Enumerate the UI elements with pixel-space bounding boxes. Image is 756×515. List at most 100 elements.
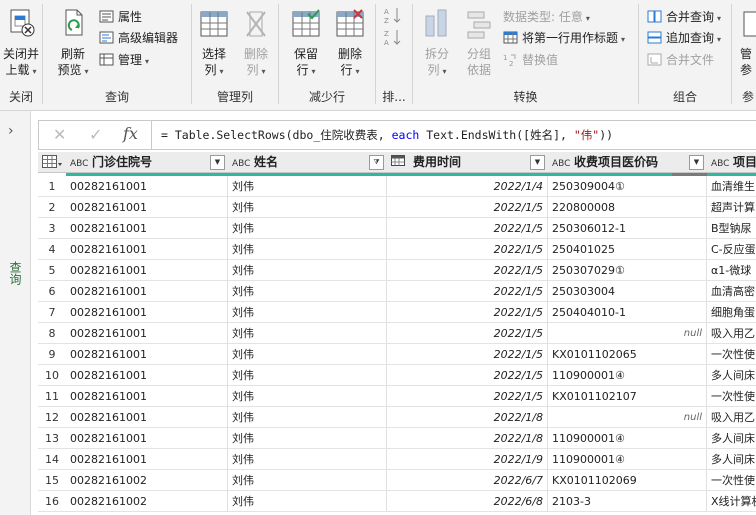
table-cell[interactable]: 250309004① [548,176,707,197]
table-cell-null[interactable]: null [548,323,707,344]
keep-rows-button[interactable]: 保留 行 ▾ [285,6,327,80]
table-cell[interactable]: 刘伟 [228,491,387,512]
advanced-editor-button[interactable]: 高级编辑器 [99,29,178,47]
table-cell[interactable]: 刘伟 [228,281,387,302]
row-number[interactable]: 1 [38,176,66,197]
column-header-code[interactable]: ABC 收费项目医价码 ▼ [548,152,708,173]
table-cell[interactable]: 220800008 [548,197,707,218]
table-cell[interactable]: 多人间床 [707,449,756,470]
refresh-preview-button[interactable]: 刷新 预览 ▾ [51,6,95,80]
filter-dropdown-icon[interactable]: ▼ [530,155,545,170]
table-cell[interactable]: 00282161001 [66,386,228,407]
queries-pane-label[interactable]: 查询 [7,261,24,285]
text-type-icon[interactable]: ABC [70,154,92,172]
table-cell[interactable]: 250307029① [548,260,707,281]
table-cell[interactable]: 细胞角蛋 [707,302,756,323]
table-cell[interactable]: 一次性使 [707,470,756,491]
table-cell[interactable]: 多人间床 [707,428,756,449]
row-number[interactable]: 2 [38,197,66,218]
table-cell[interactable]: 一次性使 [707,344,756,365]
table-cell[interactable]: 吸入用乙 [707,323,756,344]
first-row-header-button[interactable]: 将第一行用作标题 ▾ [503,29,625,47]
sort-ascending-button[interactable]: AZ [384,6,406,25]
confirm-icon[interactable]: ✓ [89,125,102,144]
table-cell[interactable]: 2022/1/8 [387,407,548,428]
filter-dropdown-icon[interactable]: ▼ [210,155,225,170]
table-cell[interactable]: 00282161002 [66,491,228,512]
merge-queries-button[interactable]: 合并查询 ▾ [647,8,721,26]
table-cell[interactable]: 2022/1/5 [387,197,548,218]
table-cell[interactable]: 00282161001 [66,302,228,323]
table-cell[interactable]: 2022/1/5 [387,323,548,344]
table-cell[interactable]: 00282161001 [66,176,228,197]
row-number[interactable]: 14 [38,449,66,470]
date-type-icon[interactable] [391,154,413,172]
split-column-button[interactable]: 拆分 列 ▾ [417,6,457,80]
row-number[interactable]: 5 [38,260,66,281]
table-cell[interactable]: 刘伟 [228,407,387,428]
table-cell[interactable]: 00282161001 [66,323,228,344]
cancel-icon[interactable]: ✕ [53,125,66,144]
table-cell[interactable]: C-反应蛋 [707,239,756,260]
row-number[interactable]: 8 [38,323,66,344]
manage-button[interactable]: 管理 ▾ [99,51,149,69]
table-cell[interactable]: 2022/1/5 [387,302,548,323]
table-cell[interactable]: 2022/1/9 [387,449,548,470]
table-cell[interactable]: 2022/1/8 [387,428,548,449]
remove-rows-button[interactable]: 删除 行 ▾ [329,6,371,80]
remove-columns-button[interactable]: 删除 列 ▾ [236,6,276,80]
properties-button[interactable]: 属性 [99,8,142,26]
table-cell[interactable]: 00282161001 [66,218,228,239]
table-cell[interactable]: 刘伟 [228,449,387,470]
table-cell[interactable]: 110900001④ [548,428,707,449]
table-cell[interactable]: 2022/1/4 [387,176,548,197]
formula-text[interactable]: = Table.SelectRows(dbo_住院收费表, each Text.… [161,127,613,143]
table-cell[interactable]: 2022/1/5 [387,239,548,260]
table-cell[interactable]: 吸入用乙 [707,407,756,428]
filter-dropdown-icon[interactable]: ▼ [689,155,704,170]
table-cell[interactable]: 2022/1/5 [387,260,548,281]
table-cell[interactable]: α1-微球 [707,260,756,281]
table-cell[interactable]: 2022/1/5 [387,386,548,407]
table-cell[interactable]: 2022/1/5 [387,365,548,386]
table-cell-null[interactable]: null [548,407,707,428]
replace-values-button[interactable]: 1 2 替换值 [503,51,558,69]
table-cell[interactable]: 110900001④ [548,365,707,386]
append-queries-button[interactable]: 追加查询 ▾ [647,29,721,47]
table-cell[interactable]: 刘伟 [228,386,387,407]
table-cell[interactable]: X线计算机 [707,491,756,512]
row-number[interactable]: 7 [38,302,66,323]
table-cell[interactable]: 2022/1/5 [387,218,548,239]
column-header-name[interactable]: ABC 姓名 ⧩ [228,152,388,173]
data-type-dropdown[interactable]: 数据类型: 任意 ▾ [503,8,590,26]
table-cell[interactable]: 00282161001 [66,449,228,470]
column-header-item[interactable]: ABC 项目 [707,152,756,173]
table-cell[interactable]: 血清高密 [707,281,756,302]
fx-icon[interactable]: fx [123,124,138,143]
table-cell[interactable]: 刘伟 [228,470,387,491]
table-cell[interactable]: 刘伟 [228,365,387,386]
table-cell[interactable]: 250306012-1 [548,218,707,239]
sort-descending-button[interactable]: ZA [384,28,406,47]
table-cell[interactable]: 多人间床 [707,365,756,386]
table-cell[interactable]: 110900001④ [548,449,707,470]
table-cell[interactable]: 刘伟 [228,302,387,323]
table-cell[interactable]: 250404010-1 [548,302,707,323]
table-cell[interactable]: 2022/1/5 [387,281,548,302]
table-menu-button[interactable] [38,152,67,173]
table-cell[interactable]: 00282161002 [66,470,228,491]
table-cell[interactable]: 刘伟 [228,218,387,239]
table-cell[interactable]: B型钠尿 [707,218,756,239]
table-cell[interactable]: 250303004 [548,281,707,302]
table-cell[interactable]: 00282161001 [66,407,228,428]
table-cell[interactable]: KX0101102069 [548,470,707,491]
close-load-button[interactable]: 关闭并 上载 ▾ [0,6,42,80]
column-header-date[interactable]: 费用时间 ▼ [387,152,549,173]
row-number[interactable]: 12 [38,407,66,428]
table-cell[interactable]: 00282161001 [66,365,228,386]
combine-files-button[interactable]: 合并文件 [647,51,714,69]
text-type-icon[interactable]: ABC [552,154,574,172]
row-number[interactable]: 6 [38,281,66,302]
group-by-button[interactable]: 分组 依据 [459,6,499,78]
table-cell[interactable]: 刘伟 [228,197,387,218]
